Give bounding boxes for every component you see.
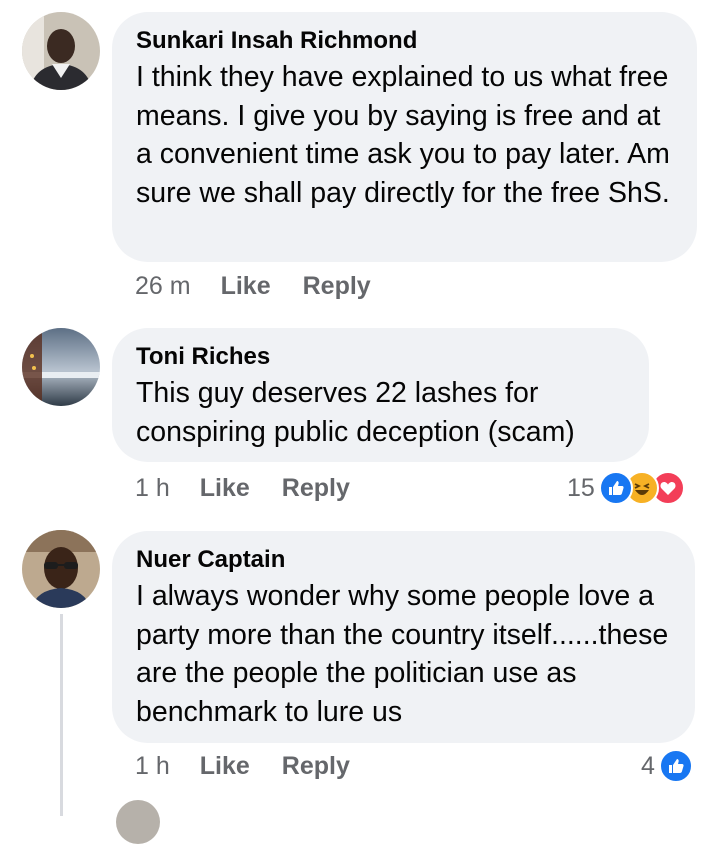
reply-button[interactable]: Reply	[282, 474, 350, 503]
reply-thread-line	[60, 614, 63, 816]
avatar[interactable]	[22, 530, 100, 608]
comment-time[interactable]: 1 h	[135, 752, 170, 781]
avatar[interactable]	[22, 328, 100, 406]
avatar-photo	[22, 530, 100, 608]
comment-time[interactable]: 26 m	[135, 272, 191, 301]
like-icon	[658, 749, 693, 783]
like-button[interactable]: Like	[200, 752, 250, 781]
comment-time[interactable]: 1 h	[135, 474, 170, 503]
reaction-count: 4	[641, 751, 655, 780]
comment-text: I think they have explained to us what f…	[136, 61, 670, 209]
comment-author[interactable]: Toni Riches	[136, 342, 625, 372]
reply-button[interactable]: Reply	[303, 272, 371, 301]
comment-meta: 1 h Like Reply	[135, 752, 382, 781]
reaction-summary[interactable]: 4	[641, 749, 693, 783]
reply-button[interactable]: Reply	[282, 752, 350, 781]
like-button[interactable]: Like	[221, 272, 271, 301]
comment-text: I always wonder why some people love a p…	[136, 580, 669, 728]
comment-bubble: Sunkari Insah Richmond I think they have…	[112, 12, 697, 262]
comment-bubble: Toni Riches This guy deserves 22 lashes …	[112, 328, 649, 462]
like-icon	[598, 471, 633, 505]
comment-author[interactable]: Sunkari Insah Richmond	[136, 26, 673, 56]
comment-author[interactable]: Nuer Captain	[136, 545, 671, 575]
avatar-photo	[22, 12, 100, 90]
next-reply-avatar[interactable]	[116, 800, 160, 844]
comment-bubble: Nuer Captain I always wonder why some pe…	[112, 531, 695, 743]
avatar[interactable]	[22, 12, 100, 90]
comment-meta: 26 m Like Reply	[135, 272, 403, 301]
comment-text: This guy deserves 22 lashes for conspiri…	[136, 377, 575, 448]
like-button[interactable]: Like	[200, 474, 250, 503]
reaction-summary[interactable]: 15	[567, 471, 685, 505]
comment-meta: 1 h Like Reply	[135, 474, 382, 503]
reaction-count: 15	[567, 473, 595, 502]
avatar-photo	[22, 328, 100, 406]
